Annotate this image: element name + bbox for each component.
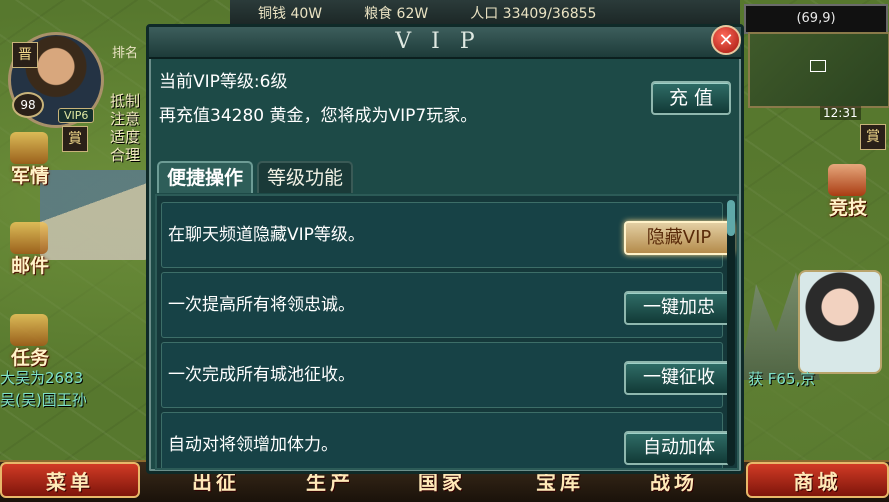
minimap[interactable]: [748, 32, 889, 108]
mail-label: 邮件: [10, 255, 49, 277]
mail-button[interactable]: 邮件: [0, 218, 60, 278]
advisor-portrait[interactable]: [798, 270, 882, 374]
info-line: 合理: [110, 146, 141, 164]
player-level: 98: [12, 92, 44, 118]
row-description: 自动对将领增加体力。: [168, 435, 338, 455]
arena-button[interactable]: 竞技: [818, 160, 878, 220]
military-label: 军情: [10, 165, 49, 187]
current-vip-level: 当前VIP等级:6级: [159, 72, 288, 92]
reward-badge-right[interactable]: 賞: [860, 124, 886, 150]
boost-loyalty-button[interactable]: 一键加忠: [624, 291, 734, 325]
tab-quick-actions[interactable]: 便捷操作: [157, 161, 254, 193]
close-icon[interactable]: ✕: [711, 25, 741, 55]
row-description: 一次提高所有将领忠诚。: [168, 295, 355, 315]
crossed-swords-icon: [828, 164, 866, 196]
military-icon: [10, 132, 48, 164]
list-item: 一次完成所有城池征收。 一键征收: [161, 342, 734, 408]
list-item: 自动对将领增加体力。 自动加体: [161, 412, 734, 468]
reward-badge-left[interactable]: 賞: [62, 126, 88, 152]
mail-icon: [10, 222, 48, 254]
military-button[interactable]: 军情: [0, 128, 60, 188]
chat-feed[interactable]: 大吴为2683 吴(吴)国王孙: [0, 367, 150, 411]
row-description: 在聊天频道隐藏VIP等级。: [168, 225, 365, 245]
hide-vip-button[interactable]: 隐藏VIP: [624, 221, 734, 255]
tasks-button[interactable]: 任务: [0, 310, 60, 370]
info-line: 注意: [110, 110, 141, 128]
vip-dialog: VIP ✕ 当前VIP等级:6级 再充值34280 黄金，您将成为VIP7玩家。…: [146, 24, 744, 474]
shop-button[interactable]: 商城: [746, 462, 889, 498]
rank-label[interactable]: 排名: [112, 42, 138, 61]
recharge-button[interactable]: 充 值: [651, 81, 731, 115]
vip-badge[interactable]: VIP6: [58, 108, 95, 123]
chat-line: 大吴为2683: [0, 369, 84, 387]
menu-button[interactable]: 菜单: [0, 462, 140, 498]
auto-stamina-button[interactable]: 自动加体: [624, 431, 734, 465]
collect-taxes-button[interactable]: 一键征收: [624, 361, 734, 395]
left-info-text: 抵制 注意 适度 合理: [110, 92, 140, 164]
scrollbar-thumb[interactable]: [727, 200, 735, 236]
info-line: 抵制: [110, 92, 141, 110]
list-item: 一次提高所有将领忠诚。 一键加忠: [161, 272, 734, 338]
tab-level-features[interactable]: 等级功能: [257, 161, 354, 193]
recharge-hint: 再充值34280 黄金，您将成为VIP7玩家。: [159, 106, 478, 126]
dialog-title: VIP: [149, 27, 741, 59]
state-badge: 晋: [12, 42, 38, 68]
right-chat-text: 获 F65,京: [748, 370, 816, 388]
copper-resource: 铜钱 40W: [258, 6, 323, 22]
row-description: 一次完成所有城池征收。: [168, 365, 355, 385]
map-coordinates[interactable]: (69,9): [744, 4, 888, 34]
chat-line: 吴(吴)国王孙: [0, 391, 87, 409]
quick-actions-panel[interactable]: 在聊天频道隐藏VIP等级。 隐藏VIP 一次提高所有将领忠诚。 一键加忠 一次完…: [155, 194, 739, 470]
info-line: 适度: [110, 128, 141, 146]
dialog-tabs: 便捷操作 等级功能: [157, 161, 354, 193]
food-resource: 粮食 62W: [364, 6, 429, 22]
tasks-icon: [10, 314, 48, 346]
list-item: 在聊天频道隐藏VIP等级。 隐藏VIP: [161, 202, 734, 268]
population-resource: 人口 33409/36855: [470, 6, 597, 22]
panel-scrollbar[interactable]: [727, 200, 735, 466]
tasks-label: 任务: [10, 347, 49, 369]
arena-label: 竞技: [828, 197, 867, 219]
clock: 12:31: [820, 106, 861, 120]
